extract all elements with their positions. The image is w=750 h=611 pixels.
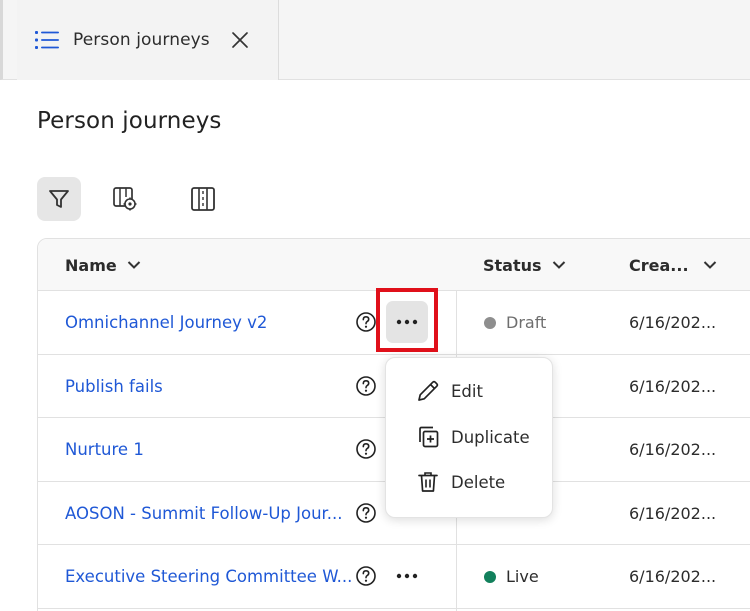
menu-item-label: Edit bbox=[451, 381, 483, 401]
tab-label: Person journeys bbox=[73, 30, 210, 50]
created-cell: 6/16/202... bbox=[629, 503, 717, 523]
status-dot bbox=[484, 316, 496, 329]
created-cell: 6/16/202... bbox=[629, 376, 717, 396]
help-icon[interactable] bbox=[355, 311, 377, 333]
tab-bar: Person journeys bbox=[0, 0, 750, 80]
status-label: Draft bbox=[506, 313, 547, 332]
column-header-status[interactable]: Status bbox=[483, 239, 566, 291]
help-icon[interactable] bbox=[355, 565, 377, 587]
more-actions-button[interactable] bbox=[386, 555, 428, 597]
columns-button[interactable] bbox=[181, 177, 225, 221]
created-cell: 6/16/202... bbox=[629, 440, 717, 459]
status-label: Live bbox=[506, 567, 539, 586]
filter-button[interactable] bbox=[37, 177, 81, 221]
created-cell: 6/16/202... bbox=[629, 567, 717, 586]
close-icon[interactable] bbox=[231, 31, 249, 49]
column-header-status-label: Status bbox=[483, 255, 542, 275]
trash-icon bbox=[418, 472, 438, 492]
more-icon bbox=[396, 573, 418, 579]
menu-item-delete[interactable]: Delete bbox=[386, 460, 554, 504]
menu-item-duplicate[interactable]: Duplicate bbox=[386, 415, 554, 459]
journey-name-link[interactable]: Omnichannel Journey v2 bbox=[65, 291, 267, 354]
table-row[interactable]: Omnichannel Journey v2 Draft 6/16/202... bbox=[38, 291, 750, 355]
status-cell: Draft bbox=[484, 291, 546, 354]
pencil-icon bbox=[418, 380, 439, 401]
table-settings-icon bbox=[113, 187, 137, 211]
column-header-created-label: Crea... bbox=[629, 255, 689, 275]
chevron-down-icon bbox=[127, 261, 140, 269]
context-menu: Edit Duplicate Delete bbox=[385, 357, 553, 518]
duplicate-icon bbox=[419, 426, 439, 448]
created-cell: 6/16/202... bbox=[629, 313, 717, 332]
column-header-created[interactable]: Crea... bbox=[629, 239, 717, 291]
chevron-down-icon bbox=[552, 261, 565, 269]
filter-icon bbox=[49, 190, 69, 208]
table-header: Name Status Crea... bbox=[38, 239, 750, 291]
table-row[interactable]: Executive Steering Committee W... Live 6… bbox=[38, 545, 750, 609]
journey-name-link[interactable]: Executive Steering Committee W... bbox=[65, 545, 352, 608]
chevron-down-icon bbox=[703, 261, 716, 269]
status-dot bbox=[484, 570, 496, 583]
status-cell: Live bbox=[484, 545, 539, 608]
more-icon bbox=[396, 319, 418, 325]
journey-name-link[interactable]: AOSON - Summit Follow-Up Jour... bbox=[65, 482, 343, 545]
table-settings-button[interactable] bbox=[103, 177, 147, 221]
columns-icon bbox=[191, 187, 215, 211]
menu-item-label: Delete bbox=[451, 472, 506, 492]
column-header-name-label: Name bbox=[65, 255, 117, 275]
help-icon[interactable] bbox=[355, 438, 377, 460]
help-icon[interactable] bbox=[355, 502, 377, 524]
list-icon bbox=[35, 31, 59, 49]
journey-name-link[interactable]: Publish fails bbox=[65, 355, 163, 418]
column-header-name[interactable]: Name bbox=[65, 239, 141, 291]
more-actions-button[interactable] bbox=[386, 301, 428, 343]
menu-item-label: Duplicate bbox=[451, 427, 530, 447]
help-icon[interactable] bbox=[355, 375, 377, 397]
menu-item-edit[interactable]: Edit bbox=[386, 369, 554, 413]
page-title: Person journeys bbox=[37, 108, 222, 134]
journey-name-link[interactable]: Nurture 1 bbox=[65, 418, 144, 481]
tab-person-journeys[interactable]: Person journeys bbox=[17, 0, 279, 80]
